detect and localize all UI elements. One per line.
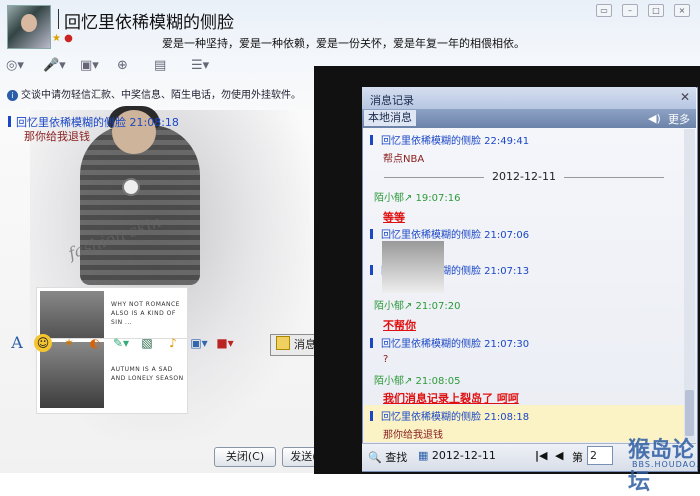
history-scrollbar-thumb[interactable] [685, 390, 694, 436]
search-icon: 🔍 [368, 451, 382, 464]
tab-local-messages[interactable]: 本地消息 [364, 110, 416, 126]
contact-avatar[interactable] [7, 5, 51, 49]
message-marker [8, 116, 11, 127]
screenshot-icon[interactable]: ▣▾ [190, 334, 208, 352]
page-label: 第 [572, 451, 583, 464]
message-marker [370, 338, 373, 348]
watermark-url: BBS.HOUDAO.COM [632, 460, 700, 469]
history-message-body: 不帮你 [383, 319, 416, 332]
chat-window: ▭ – □ × 回忆里依稀模糊的侧脸 ★ ● 爱是一种坚持，爱是一种依赖，爱是一… [0, 0, 700, 495]
add-friend-icon[interactable]: ⊕ [117, 58, 147, 76]
history-message-header: 回忆里依稀模糊的侧脸 21:07:06 [370, 226, 684, 241]
app-icon[interactable]: ☰▾ [191, 58, 221, 76]
history-date-separator: 2012-12-11 [364, 170, 684, 183]
magic-emoji-icon[interactable]: ✶ [60, 334, 78, 352]
date-picker[interactable]: ▦ 2012-12-11 [418, 449, 496, 462]
record-icon [276, 336, 290, 350]
history-message-header: 陌小郁↗ 19:07:16 [374, 193, 461, 204]
gift-icon[interactable]: ■▾ [216, 334, 234, 352]
font-icon[interactable]: A [8, 334, 26, 352]
status-badges: ★ ● [52, 33, 73, 44]
top-toolbar: ◎▾ 🎤▾ ▣▾ ⊕ ▤ ☰▾ [6, 57, 221, 77]
find-label: 查找 [385, 451, 408, 464]
video-call-icon[interactable]: ◎▾ [6, 58, 36, 76]
first-page-button[interactable]: |◀ [535, 449, 547, 462]
history-message-body: ? [383, 354, 389, 365]
star-icon: ★ [52, 33, 61, 44]
contact-signature: 爱是一种坚持，爱是一种依赖，爱是一份关怀，爱是年复一年的相偎相依。 [162, 37, 525, 50]
history-message-header: 回忆里依稀模糊的侧脸 21:08:18 [370, 408, 684, 423]
skin-card-text: WHY NOT ROMANCE ALSO IS A KIND OF SIN ..… [111, 301, 180, 326]
minimize-icon[interactable]: – [622, 4, 638, 17]
message-marker [370, 229, 373, 239]
history-message-body: 我们消息记录上裂岛了 呵呵 [383, 392, 519, 405]
emoji-icon[interactable]: ☺ [34, 334, 52, 352]
close-icon[interactable]: × [674, 4, 690, 17]
history-sender: 回忆里依稀模糊的侧脸 22:49:41 [381, 136, 530, 147]
history-message-header: 回忆里依稀模糊的侧脸 22:49:41 [370, 132, 684, 147]
skin-card-text: AUTUMN IS A SAD AND LONELY SEASON [111, 366, 184, 382]
history-message-header: 陌小郁↗ 21:08:05 [374, 376, 461, 387]
history-message-body: 帮点NBA [383, 154, 425, 165]
message-marker [370, 135, 373, 145]
calendar-icon: ▦ [418, 449, 429, 462]
prev-page-button[interactable]: ◀ [555, 449, 563, 462]
history-close-icon[interactable]: ✕ [680, 90, 690, 104]
page-input[interactable]: 2 [587, 446, 613, 465]
contact-name: 回忆里依稀模糊的侧脸 [64, 13, 234, 33]
history-message-header: 回忆里依稀模糊的侧脸 21:07:30 [370, 335, 684, 350]
speaker-icon[interactable]: ◀) [648, 112, 662, 125]
scribble-icon[interactable]: ✎▾ [112, 334, 130, 352]
security-notice-text: 交谈中请勿轻信汇款、中奖信息、陌生电话，勿使用外挂软件。 [21, 90, 301, 101]
minimize-skin-icon[interactable]: ▭ [596, 4, 612, 17]
history-sender: 回忆里依稀模糊的侧脸 21:08:18 [381, 412, 530, 423]
message-marker [370, 411, 373, 421]
skin-watch [122, 178, 140, 196]
file-transfer-icon[interactable]: ▣▾ [80, 58, 110, 76]
security-notice: i 交谈中请勿轻信汇款、中奖信息、陌生电话，勿使用外挂软件。 [7, 86, 301, 101]
history-titlebar: 消息记录 [362, 87, 696, 109]
history-message-header: 陌小郁↗ 21:07:20 [374, 301, 461, 312]
remote-desktop-icon[interactable]: ▤ [154, 58, 184, 76]
info-icon: i [7, 90, 18, 101]
history-title: 消息记录 [370, 94, 414, 107]
find-button[interactable]: 🔍 查找 [368, 449, 407, 465]
music-icon[interactable]: ♪ [164, 334, 182, 352]
history-sender: 回忆里依稀模糊的侧脸 21:07:06 [381, 230, 530, 241]
history-list: 回忆里依稀模糊的侧脸 22:49:41 帮点NBA 2012-12-11 陌小郁↗ 1… [364, 129, 684, 442]
penguin-icon: ● [64, 33, 73, 44]
close-button[interactable]: 关闭(C) [214, 447, 276, 467]
date-label: 2012-12-11 [431, 449, 496, 462]
history-sender: 回忆里依稀模糊的侧脸 21:07:30 [381, 339, 530, 350]
maximize-icon[interactable]: □ [648, 4, 664, 17]
message-marker [370, 265, 373, 275]
more-button[interactable]: 更多 [668, 111, 690, 127]
format-toolbar: A ☺ ✶ ◐ ✎▾ ▧ ♪ ▣▾ ■▾ [8, 334, 234, 352]
shake-icon[interactable]: ◐ [86, 334, 104, 352]
history-image-thumbnail[interactable] [382, 241, 444, 293]
history-message-body: 等等 [383, 211, 405, 224]
title-caret [58, 9, 59, 29]
voice-call-icon[interactable]: 🎤▾ [43, 58, 73, 76]
chat-message-body: 那你给我退钱 [24, 130, 90, 143]
image-icon[interactable]: ▧ [138, 334, 156, 352]
